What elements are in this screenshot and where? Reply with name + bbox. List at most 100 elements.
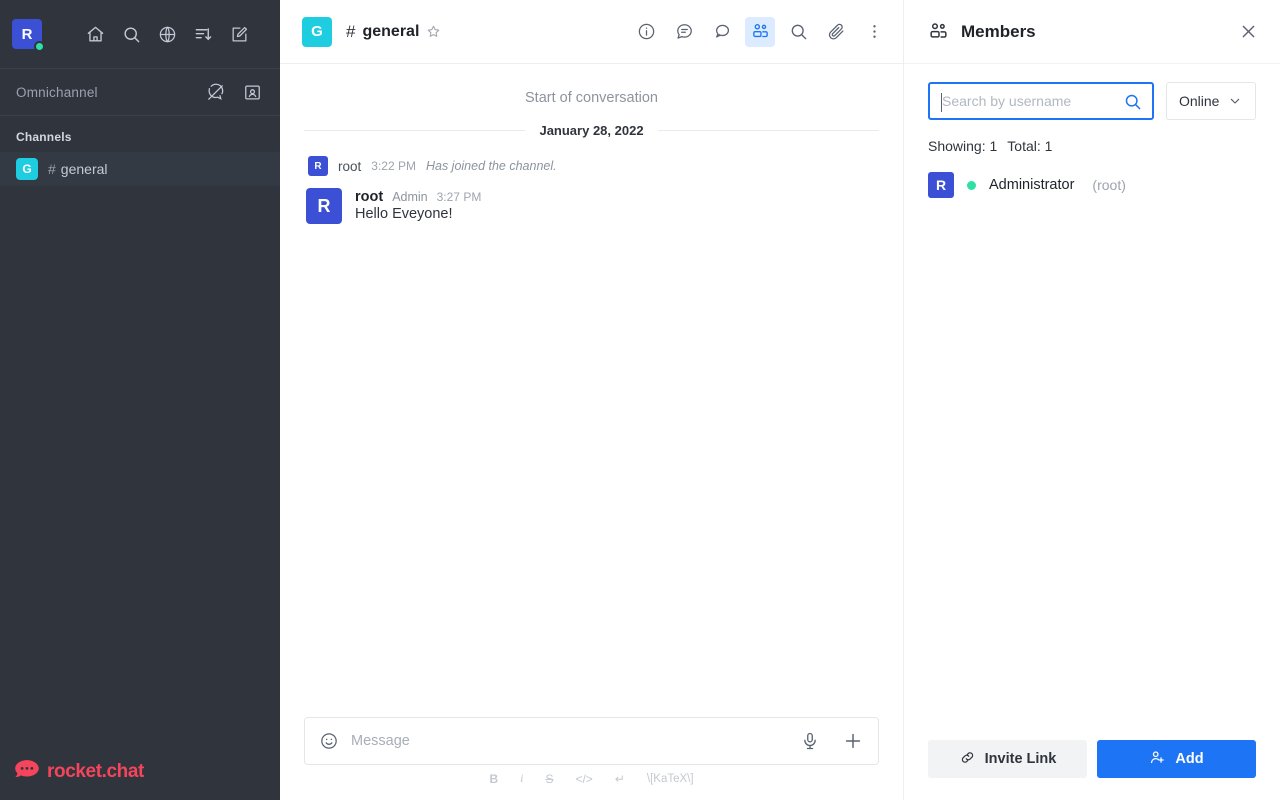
- members-list: R Administrator (root): [904, 154, 1280, 740]
- balloon-off-icon[interactable]: [206, 83, 225, 102]
- online-status-dot: [34, 41, 45, 52]
- message-time: 3:27 PM: [436, 190, 482, 204]
- microphone-icon[interactable]: [800, 731, 820, 751]
- members-panel-title: Members: [961, 21, 1036, 41]
- plus-icon[interactable]: [842, 730, 864, 752]
- italic-button[interactable]: i: [520, 771, 523, 786]
- search-input[interactable]: [942, 93, 1123, 109]
- channel-name: general: [362, 22, 420, 40]
- add-label: Add: [1175, 751, 1204, 767]
- message-composer[interactable]: [304, 717, 879, 765]
- main-content: G # general Start of conversation Januar…: [280, 0, 903, 800]
- add-user-button[interactable]: Add: [1097, 740, 1256, 778]
- message-meta: root Admin 3:27 PM: [355, 189, 481, 205]
- composer-wrapper: B i S </> ↵ \[KaTeX\]: [280, 717, 903, 800]
- search-input-wrapper[interactable]: [928, 82, 1154, 120]
- list-item[interactable]: R Administrator (root): [928, 168, 1256, 202]
- members-count-row: Showing: 1 Total: 1: [904, 120, 1280, 154]
- contact-card-icon[interactable]: [243, 83, 262, 102]
- hash-icon: #: [346, 21, 356, 41]
- message-text: Hello Eveyone!: [355, 206, 453, 222]
- close-icon[interactable]: [1239, 22, 1258, 41]
- member-username: (root): [1092, 177, 1126, 193]
- kebab-menu-icon[interactable]: [859, 17, 889, 47]
- message-list: Start of conversation January 28, 2022 R…: [280, 64, 903, 717]
- user-avatar-wrapper[interactable]: R: [12, 19, 45, 52]
- team-members-icon[interactable]: [745, 16, 775, 47]
- code-button[interactable]: </>: [575, 772, 592, 786]
- start-of-conversation-label: Start of conversation: [525, 90, 658, 106]
- date-divider-label: January 28, 2022: [539, 123, 644, 138]
- avatar[interactable]: R: [306, 188, 342, 224]
- sidebar-header: R: [0, 0, 280, 68]
- system-message-time: 3:22 PM: [371, 159, 416, 173]
- message-username[interactable]: root: [355, 189, 383, 205]
- strike-button[interactable]: S: [545, 772, 553, 786]
- katex-button[interactable]: \[KaTeX\]: [647, 773, 694, 785]
- members-panel-title-wrap: Members: [928, 21, 1036, 42]
- emoji-icon[interactable]: [319, 731, 339, 751]
- sidebar: R Omnichannel Channels G # general rocke…: [0, 0, 280, 800]
- bold-button[interactable]: B: [489, 772, 498, 786]
- sort-icon[interactable]: [192, 23, 214, 45]
- chevron-down-icon: [1227, 93, 1243, 109]
- threads-icon[interactable]: [669, 17, 699, 47]
- divider-line-right: [657, 130, 880, 131]
- showing-count: Showing: 1: [928, 138, 998, 154]
- sidebar-section-title: Channels: [16, 130, 72, 144]
- home-icon[interactable]: [84, 23, 106, 45]
- hash-icon: #: [48, 161, 56, 177]
- info-circle-icon[interactable]: [631, 17, 661, 47]
- channel-header: G # general: [280, 0, 903, 64]
- room-name-text: general: [60, 161, 108, 177]
- user-plus-icon: [1149, 749, 1166, 770]
- divider-line-left: [304, 130, 526, 131]
- omnichannel-label: Omnichannel: [16, 84, 98, 100]
- status-filter-value: Online: [1179, 93, 1220, 109]
- member-name: Administrator: [989, 177, 1075, 193]
- status-badge: [967, 180, 976, 190]
- members-panel-footer: Invite Link Add: [904, 740, 1280, 800]
- channel-header-actions: [631, 16, 889, 47]
- members-panel: Members Online Showing: 1: [903, 0, 1280, 800]
- message-body: root Admin 3:27 PM Hello Eveyone!: [355, 188, 481, 224]
- sidebar-item-general[interactable]: G # general: [0, 152, 280, 186]
- message-input[interactable]: [351, 733, 800, 749]
- system-message-username[interactable]: root: [338, 159, 361, 174]
- rocket-chat-wordmark: rocket.chat: [47, 760, 144, 782]
- status-filter-select[interactable]: Online: [1166, 82, 1256, 120]
- total-count: Total: 1: [1007, 138, 1053, 154]
- message-item: R root Admin 3:27 PM Hello Eveyone!: [304, 182, 879, 224]
- code-block-button[interactable]: ↵: [615, 772, 625, 786]
- discussion-icon[interactable]: [707, 17, 737, 47]
- composer-actions: [800, 730, 864, 752]
- message-role-tag: Admin: [392, 190, 428, 204]
- team-members-icon: [928, 21, 949, 42]
- page-title: # general: [346, 22, 441, 42]
- system-message: R root 3:22 PM Has joined the channel.: [304, 156, 879, 182]
- omnichannel-row: Omnichannel: [0, 68, 280, 116]
- rocket-chat-logo-icon: [14, 759, 40, 784]
- avatar: R: [928, 172, 954, 198]
- formatting-toolbar: B i S </> ↵ \[KaTeX\]: [304, 765, 879, 794]
- create-new-icon[interactable]: [228, 23, 250, 45]
- omnichannel-icons: [206, 83, 262, 102]
- star-outline-icon[interactable]: [426, 24, 441, 39]
- system-message-text: Has joined the channel.: [425, 159, 557, 173]
- date-divider: January 28, 2022: [304, 123, 880, 138]
- search-icon[interactable]: [1123, 92, 1142, 111]
- globe-icon[interactable]: [156, 23, 178, 45]
- members-panel-header: Members: [904, 0, 1280, 64]
- search-icon[interactable]: [783, 17, 813, 47]
- message-region: Start of conversation January 28, 2022 R…: [280, 64, 903, 800]
- invite-link-label: Invite Link: [984, 751, 1057, 767]
- invite-link-button[interactable]: Invite Link: [928, 740, 1087, 778]
- search-icon[interactable]: [120, 23, 142, 45]
- channel-avatar: G: [302, 16, 332, 47]
- attachment-icon[interactable]: [821, 17, 851, 47]
- sidebar-item-label: # general: [48, 161, 108, 177]
- room-avatar: G: [16, 158, 38, 180]
- link-icon: [959, 749, 976, 770]
- avatar: R: [308, 156, 328, 176]
- text-cursor: [941, 93, 942, 112]
